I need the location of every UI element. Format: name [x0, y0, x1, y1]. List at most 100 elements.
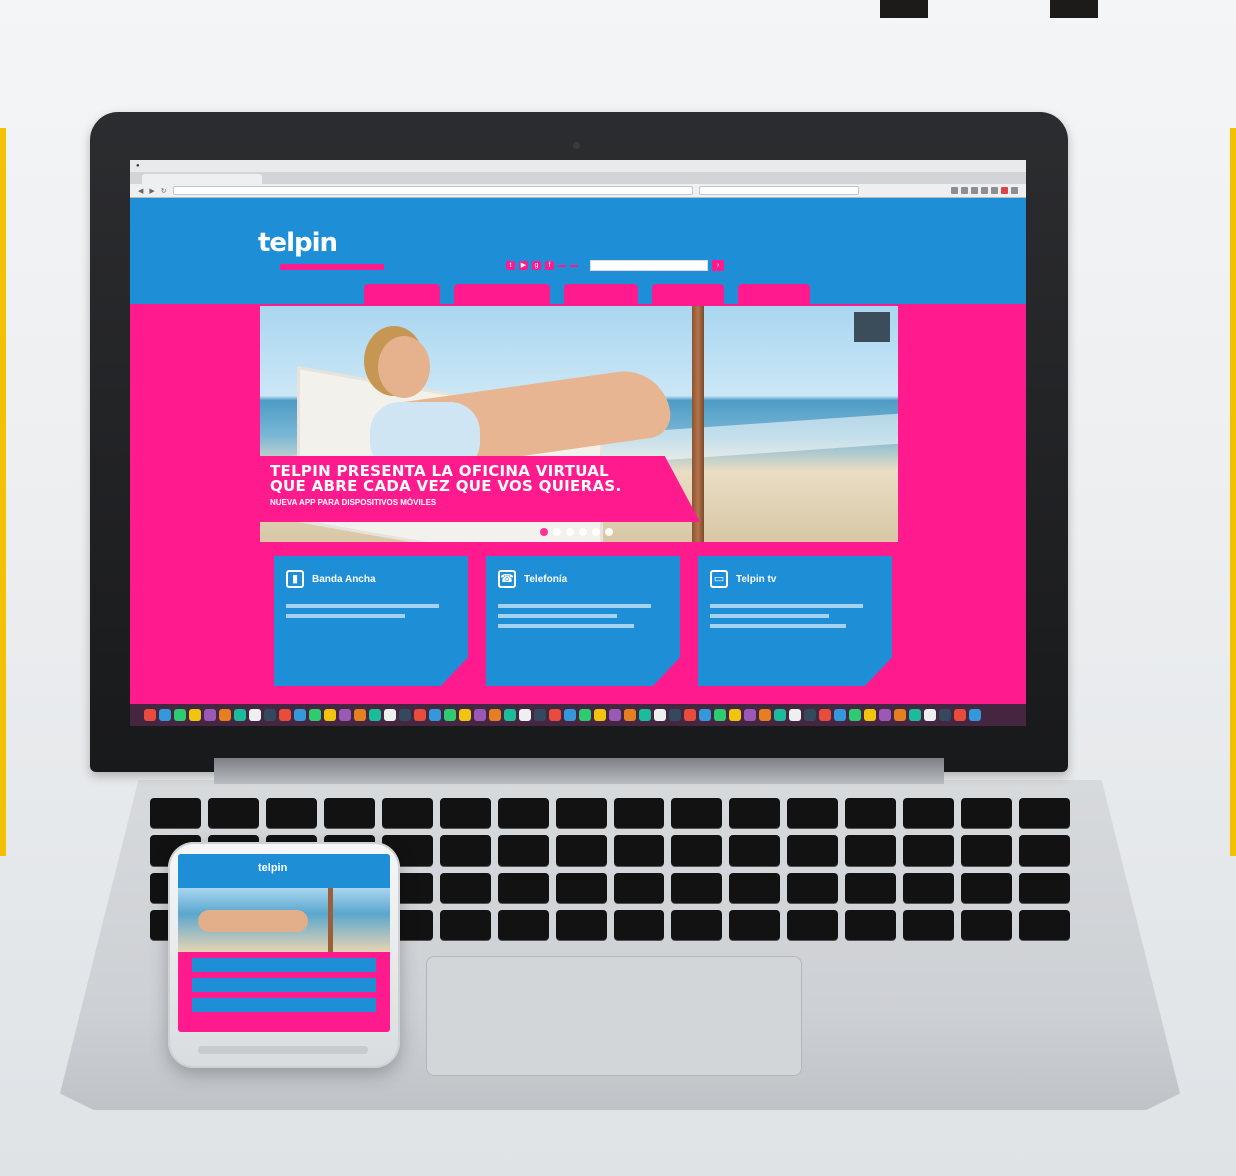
dock-app-icon[interactable] — [324, 709, 336, 721]
dock-app-icon[interactable] — [819, 709, 831, 721]
extension-icon[interactable] — [1001, 187, 1008, 194]
keyboard-key[interactable] — [1019, 835, 1070, 866]
dock-app-icon[interactable] — [879, 709, 891, 721]
dock-app-icon[interactable] — [939, 709, 951, 721]
dock-app-icon[interactable] — [234, 709, 246, 721]
keyboard-key[interactable] — [729, 909, 781, 940]
keyboard-key[interactable] — [903, 835, 955, 866]
keyboard-key[interactable] — [439, 798, 491, 829]
phone-menu-button[interactable] — [192, 998, 376, 1012]
google-plus-icon[interactable]: g — [532, 261, 541, 270]
extension-icon[interactable] — [951, 187, 958, 194]
browser-tab[interactable] — [142, 174, 262, 184]
dock-app-icon[interactable] — [219, 709, 231, 721]
dock-app-icon[interactable] — [279, 709, 291, 721]
dock-app-icon[interactable] — [249, 709, 261, 721]
reload-icon[interactable]: ↻ — [161, 187, 167, 195]
dock-app-icon[interactable] — [579, 709, 591, 721]
carousel-dot[interactable] — [605, 528, 613, 536]
card-telefonia[interactable]: ☎ Telefonía — [486, 556, 680, 686]
dock-app-icon[interactable] — [399, 709, 411, 721]
dock-app-icon[interactable] — [684, 709, 696, 721]
dock-app-icon[interactable] — [804, 709, 816, 721]
dock-app-icon[interactable] — [429, 709, 441, 721]
keyboard-key[interactable] — [845, 798, 897, 829]
keyboard-key[interactable] — [555, 835, 607, 866]
dock-app-icon[interactable] — [759, 709, 771, 721]
nav-tab[interactable] — [652, 284, 724, 304]
carousel-dot[interactable] — [579, 528, 587, 536]
dock-app-icon[interactable] — [504, 709, 516, 721]
browser-search-field[interactable] — [698, 186, 859, 195]
twitter-icon[interactable]: t — [506, 261, 515, 270]
dock-app-icon[interactable] — [459, 709, 471, 721]
dock-app-icon[interactable] — [894, 709, 906, 721]
keyboard-key[interactable] — [439, 835, 491, 866]
keyboard-key[interactable] — [729, 798, 781, 829]
carousel-dot[interactable] — [553, 528, 561, 536]
keyboard-key[interactable] — [845, 835, 897, 866]
dock-app-icon[interactable] — [669, 709, 681, 721]
dock-app-icon[interactable] — [774, 709, 786, 721]
extension-icon[interactable] — [991, 187, 998, 194]
card-telpin-tv[interactable]: ▭ Telpin tv — [698, 556, 892, 686]
site-search-input[interactable] — [590, 260, 708, 271]
keyboard-key[interactable] — [613, 872, 665, 903]
phone-menu-button[interactable] — [192, 958, 376, 972]
keyboard-key[interactable] — [497, 798, 549, 829]
keyboard-key[interactable] — [381, 798, 433, 829]
nav-tab[interactable] — [564, 284, 638, 304]
extension-icon[interactable] — [981, 187, 988, 194]
nav-tab[interactable] — [364, 284, 440, 304]
keyboard-key[interactable] — [555, 872, 607, 903]
dock-app-icon[interactable] — [639, 709, 651, 721]
nav-tab[interactable] — [454, 284, 550, 304]
dock-app-icon[interactable] — [144, 709, 156, 721]
nav-tab[interactable] — [738, 284, 810, 304]
youtube-icon[interactable]: ▶ — [519, 261, 528, 270]
dock-app-icon[interactable] — [849, 709, 861, 721]
phone-hero[interactable] — [178, 888, 390, 952]
dock-app-icon[interactable] — [489, 709, 501, 721]
forward-icon[interactable]: ▶ — [149, 187, 154, 195]
keyboard-key[interactable] — [671, 798, 723, 829]
carousel-dot[interactable] — [540, 528, 548, 536]
dock-app-icon[interactable] — [609, 709, 621, 721]
dock-app-icon[interactable] — [444, 709, 456, 721]
keyboard-key[interactable] — [903, 872, 955, 903]
dock-app-icon[interactable] — [174, 709, 186, 721]
keyboard-key[interactable] — [497, 835, 549, 866]
dock-app-icon[interactable] — [654, 709, 666, 721]
keyboard-key[interactable] — [787, 835, 839, 866]
keyboard-key[interactable] — [671, 872, 723, 903]
dock-app-icon[interactable] — [384, 709, 396, 721]
keyboard-key[interactable] — [961, 798, 1013, 829]
dock-app-icon[interactable] — [354, 709, 366, 721]
extension-icons[interactable] — [951, 187, 1018, 194]
keyboard-key[interactable] — [613, 798, 665, 829]
dock-app-icon[interactable] — [789, 709, 801, 721]
extension-icon[interactable] — [961, 187, 968, 194]
extension-icon[interactable] — [971, 187, 978, 194]
dock-app-icon[interactable] — [294, 709, 306, 721]
dock-app-icon[interactable] — [204, 709, 216, 721]
dock-app-icon[interactable] — [624, 709, 636, 721]
hero-banner[interactable]: TELPIN PRESENTA LA OFICINA VIRTUAL QUE A… — [260, 306, 898, 542]
keyboard-key[interactable] — [497, 909, 549, 940]
keyboard-key[interactable] — [961, 835, 1013, 866]
dock-app-icon[interactable] — [864, 709, 876, 721]
dock-app-icon[interactable] — [369, 709, 381, 721]
apple-icon[interactable]: ● — [136, 163, 140, 169]
dock-app-icon[interactable] — [969, 709, 981, 721]
keyboard-key[interactable] — [497, 872, 549, 903]
dock-app-icon[interactable] — [189, 709, 201, 721]
extension-icon[interactable] — [1011, 187, 1018, 194]
dock-app-icon[interactable] — [954, 709, 966, 721]
keyboard-key[interactable] — [903, 798, 955, 829]
keyboard-key[interactable] — [207, 798, 259, 829]
dock-app-icon[interactable] — [549, 709, 561, 721]
keyboard-key[interactable] — [903, 909, 955, 940]
keyboard-key[interactable] — [787, 798, 839, 829]
keyboard-key[interactable] — [729, 835, 781, 866]
keyboard-key[interactable] — [1019, 872, 1070, 903]
